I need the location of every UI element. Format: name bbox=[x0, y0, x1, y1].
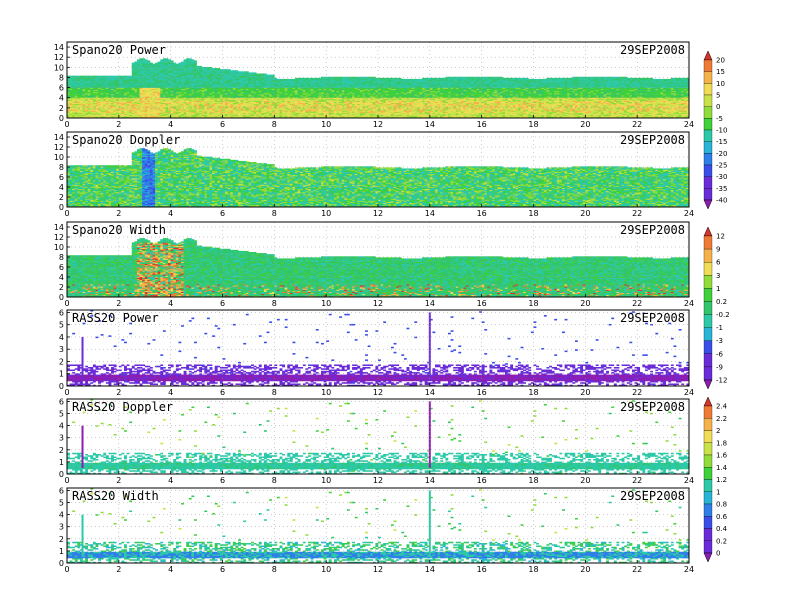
heat-cell bbox=[96, 76, 99, 77]
heat-cell bbox=[225, 69, 228, 70]
heat-cell bbox=[181, 62, 184, 63]
heat-cell bbox=[241, 71, 244, 72]
heat-cell bbox=[298, 78, 301, 79]
heat-cell bbox=[153, 64, 156, 65]
heat-cell bbox=[70, 76, 73, 77]
heat-cell bbox=[282, 79, 285, 80]
heat-cell bbox=[223, 69, 226, 70]
heat-cell bbox=[215, 68, 218, 69]
heat-cell bbox=[267, 75, 270, 76]
heat-cell bbox=[230, 70, 233, 71]
heat-cell bbox=[295, 78, 298, 79]
heat-cell bbox=[155, 63, 158, 64]
heat-cell bbox=[119, 76, 122, 77]
heat-cell bbox=[127, 76, 130, 77]
heat-cell bbox=[261, 73, 264, 74]
heat-cell bbox=[178, 63, 181, 64]
heat-cell bbox=[287, 79, 290, 80]
heat-cell bbox=[80, 76, 83, 77]
heat-cell bbox=[83, 76, 86, 77]
heat-cell bbox=[290, 79, 293, 80]
heat-cell bbox=[140, 58, 143, 59]
heat-cell bbox=[300, 78, 303, 79]
heat-cell bbox=[168, 59, 171, 60]
heat-cell bbox=[134, 62, 137, 63]
heat-cell bbox=[75, 76, 78, 77]
heat-cell bbox=[160, 59, 163, 60]
heat-cell bbox=[277, 79, 280, 80]
heat-cell bbox=[194, 60, 197, 61]
heat-cell bbox=[189, 58, 192, 59]
heat-cell bbox=[150, 63, 153, 64]
heat-cell bbox=[228, 69, 231, 70]
heat-cell bbox=[116, 76, 119, 77]
heat-cell bbox=[264, 73, 267, 74]
heat-cell bbox=[199, 66, 202, 67]
heat-cell bbox=[204, 67, 207, 68]
heat-cell bbox=[142, 58, 145, 59]
heat-cell bbox=[254, 72, 257, 73]
heat-cell bbox=[101, 76, 104, 77]
figure: 0 2 4 6 8 10 12 14 16 18 20 22 2402468101214 Spano20 … bbox=[0, 0, 792, 612]
heat-cell bbox=[114, 76, 117, 77]
heat-cell bbox=[269, 75, 272, 76]
heat-cell bbox=[248, 72, 251, 73]
heat-cell bbox=[132, 63, 135, 64]
heat-cell bbox=[173, 63, 176, 64]
heat-cell bbox=[165, 58, 168, 59]
heat-cell bbox=[217, 68, 220, 69]
heat-cell bbox=[233, 70, 236, 71]
heat-cell bbox=[292, 79, 295, 80]
heat-cell bbox=[108, 76, 111, 77]
heat-cell bbox=[280, 79, 283, 80]
heat-cell bbox=[93, 76, 96, 77]
heat-cell bbox=[163, 58, 166, 59]
heat-cell bbox=[184, 59, 187, 60]
heat-cell bbox=[98, 76, 101, 77]
heat-cell bbox=[212, 68, 215, 69]
heat-cell bbox=[124, 76, 127, 77]
heat-cell bbox=[121, 76, 124, 77]
heat-cell bbox=[274, 78, 277, 79]
heat-cell bbox=[145, 59, 148, 60]
heat-cell bbox=[259, 73, 262, 74]
heat-cell bbox=[171, 60, 174, 61]
heat-cell bbox=[103, 76, 106, 77]
heat-cell bbox=[106, 76, 109, 77]
heat-cell bbox=[88, 76, 91, 77]
heat-cell bbox=[197, 66, 200, 67]
heat-cell bbox=[176, 64, 179, 65]
heat-cell bbox=[137, 59, 140, 60]
heat-cell bbox=[129, 76, 132, 77]
heat-cell bbox=[72, 76, 75, 77]
heat-cell bbox=[158, 62, 161, 63]
heat-cell bbox=[303, 78, 306, 79]
heat-cell bbox=[305, 78, 308, 79]
heat-cell bbox=[246, 71, 249, 72]
heat-cell bbox=[85, 76, 88, 77]
heat-cell bbox=[251, 72, 254, 73]
heat-cell bbox=[235, 70, 238, 71]
heat-cell bbox=[243, 71, 246, 72]
heat-cell bbox=[191, 59, 194, 60]
heat-cell bbox=[238, 71, 241, 72]
heat-cell bbox=[77, 76, 80, 77]
heat-cell bbox=[147, 60, 150, 61]
heat-cell bbox=[256, 73, 259, 74]
heat-cell bbox=[90, 76, 93, 77]
heat-cell bbox=[186, 58, 189, 59]
panel-1: 0 2 4 6 8 10 12 14 16 18 20 22 2402468101214 Spano20 … bbox=[54, 42, 694, 129]
heat-cell bbox=[285, 79, 288, 80]
heat-cell bbox=[111, 76, 114, 77]
